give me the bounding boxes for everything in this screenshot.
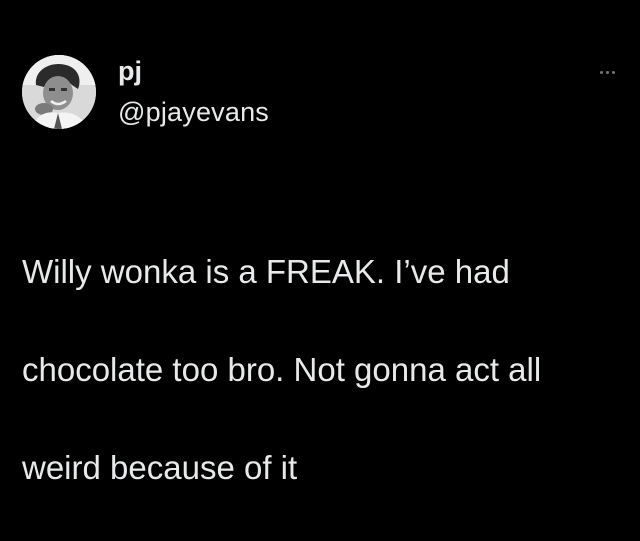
tweet-text: Willy wonka is a FREAK. I’ve had chocola…: [22, 198, 632, 541]
avatar[interactable]: [22, 55, 96, 129]
tweet-text-line: chocolate too bro. Not gonna act all: [22, 351, 542, 388]
more-options-icon[interactable]: [594, 66, 622, 80]
tweet-text-line: weird because of it: [22, 449, 298, 486]
display-name[interactable]: pj: [118, 58, 142, 85]
more-dot: [606, 71, 609, 74]
tweet-card: pj @pjayevans Willy wonka is a FREAK. I’…: [0, 0, 640, 486]
tweet-text-line: Willy wonka is a FREAK. I’ve had: [22, 253, 510, 290]
more-dot: [612, 71, 615, 74]
username-handle[interactable]: @pjayevans: [118, 99, 269, 126]
profile-photo-icon: [22, 55, 96, 129]
more-dot: [600, 71, 603, 74]
